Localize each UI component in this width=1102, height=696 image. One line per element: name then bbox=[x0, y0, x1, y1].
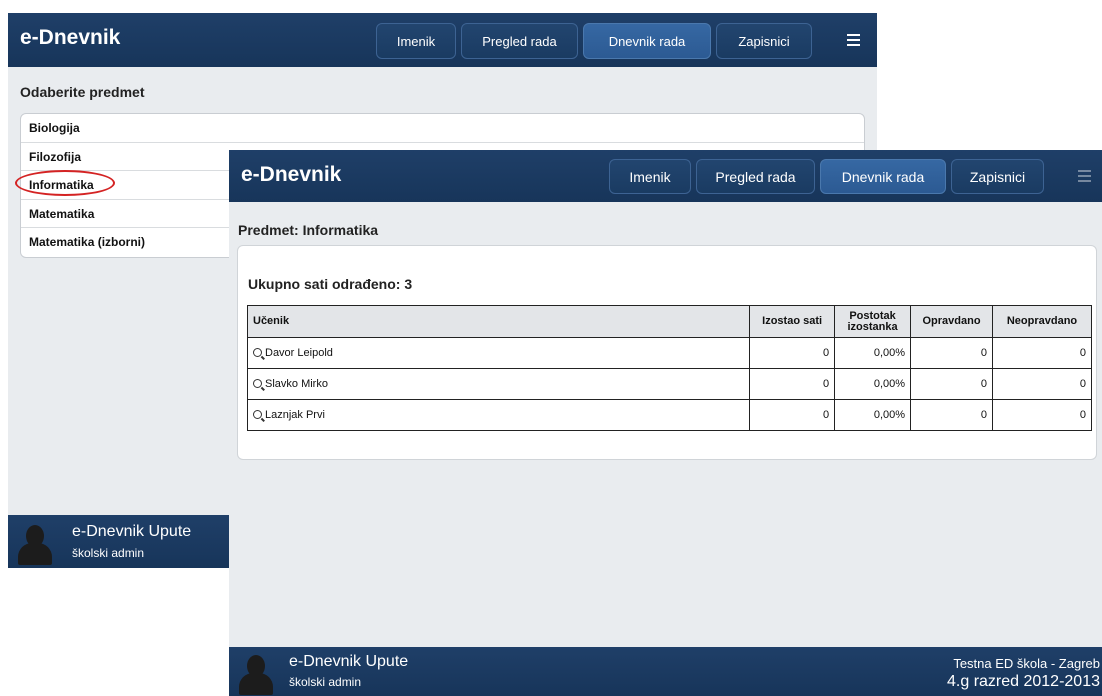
absence-percent-cell: 0,00% bbox=[834, 337, 912, 369]
magnifier-icon[interactable] bbox=[253, 410, 262, 419]
top-header: e-Dnevnik Imenik Pregled rada Dnevnik ra… bbox=[8, 13, 877, 67]
column-header-izostao-sati[interactable]: Izostao sati bbox=[749, 305, 836, 338]
nav-dnevnik-rada-button[interactable]: Dnevnik rada bbox=[820, 159, 946, 194]
user-role-label: školski admin bbox=[72, 546, 145, 560]
app-logo[interactable]: e-Dnevnik bbox=[241, 163, 341, 187]
nav-pregled-rada-button[interactable]: Pregled rada bbox=[696, 159, 815, 194]
front-footer: e-Dnevnik Upute školski admin Testna ED … bbox=[229, 647, 1102, 696]
missed-hours-cell: 0 bbox=[749, 399, 836, 431]
user-avatar-icon bbox=[16, 521, 54, 565]
page-title: Odaberite predmet bbox=[20, 84, 145, 100]
magnifier-icon[interactable] bbox=[253, 348, 262, 357]
unexcused-cell: 0 bbox=[992, 399, 1092, 431]
hamburger-menu-icon[interactable] bbox=[838, 25, 868, 55]
column-header-opravdano[interactable]: Opravdano bbox=[910, 305, 993, 338]
column-header-postotak[interactable]: Postotak izostanka bbox=[834, 305, 912, 338]
nav-pregled-rada-button[interactable]: Pregled rada bbox=[461, 23, 578, 59]
table-header-row: Učenik Izostao sati Postotak izostanka O… bbox=[246, 305, 1092, 338]
magnifier-icon[interactable] bbox=[253, 379, 262, 388]
student-name[interactable]: Davor Leipold bbox=[265, 347, 333, 359]
attendance-panel: Ukupno sati odrađeno: 3 Učenik Izostao s… bbox=[237, 245, 1097, 460]
nav-dnevnik-rada-button[interactable]: Dnevnik rada bbox=[583, 23, 711, 59]
unexcused-cell: 0 bbox=[992, 337, 1092, 369]
excused-cell: 0 bbox=[910, 337, 993, 369]
back-footer: e-Dnevnik Upute školski admin bbox=[8, 515, 230, 568]
nav-zapisnici-button[interactable]: Zapisnici bbox=[716, 23, 812, 59]
attendance-table: Učenik Izostao sati Postotak izostanka O… bbox=[246, 305, 1092, 431]
missed-hours-cell: 0 bbox=[749, 337, 836, 369]
help-link[interactable]: e-Dnevnik Upute bbox=[72, 523, 191, 541]
class-year-label: 4.g razred 2012-2013 bbox=[947, 673, 1100, 690]
student-name[interactable]: Slavko Mirko bbox=[265, 378, 328, 390]
student-name[interactable]: Laznjak Prvi bbox=[265, 409, 325, 421]
student-name-cell[interactable]: Slavko Mirko bbox=[246, 368, 751, 400]
column-header-neopravdano[interactable]: Neopravdano bbox=[992, 305, 1092, 338]
school-name-label: Testna ED škola - Zagreb bbox=[953, 656, 1100, 671]
nav-imenik-button[interactable]: Imenik bbox=[609, 159, 691, 194]
top-header: e-Dnevnik Imenik Pregled rada Dnevnik ra… bbox=[229, 150, 1102, 202]
hamburger-menu-icon[interactable] bbox=[1069, 161, 1099, 191]
table-row: Davor Leipold 0 0,00% 0 0 bbox=[246, 337, 1092, 369]
absence-percent-cell: 0,00% bbox=[834, 399, 912, 431]
user-role-label: školski admin bbox=[289, 675, 362, 689]
subject-title: Predmet: Informatika bbox=[238, 222, 379, 238]
table-row: Slavko Mirko 0 0,00% 0 0 bbox=[246, 368, 1092, 400]
nav-imenik-button[interactable]: Imenik bbox=[376, 23, 456, 59]
help-link[interactable]: e-Dnevnik Upute bbox=[289, 653, 408, 671]
total-hours-label: Ukupno sati odrađeno: 3 bbox=[248, 276, 413, 292]
excused-cell: 0 bbox=[910, 399, 993, 431]
excused-cell: 0 bbox=[910, 368, 993, 400]
screenshot-stage: e-Dnevnik Imenik Pregled rada Dnevnik ra… bbox=[0, 0, 1102, 696]
nav-zapisnici-button[interactable]: Zapisnici bbox=[951, 159, 1044, 194]
subject-item-biologija[interactable]: Biologija bbox=[21, 114, 864, 143]
app-logo[interactable]: e-Dnevnik bbox=[20, 26, 120, 50]
student-name-cell[interactable]: Laznjak Prvi bbox=[246, 399, 751, 431]
unexcused-cell: 0 bbox=[992, 368, 1092, 400]
user-avatar-icon bbox=[237, 651, 275, 695]
attendance-window: e-Dnevnik Imenik Pregled rada Dnevnik ra… bbox=[229, 150, 1102, 696]
absence-percent-cell: 0,00% bbox=[834, 368, 912, 400]
student-name-cell[interactable]: Davor Leipold bbox=[246, 337, 751, 369]
highlight-circle bbox=[15, 170, 115, 196]
table-row: Laznjak Prvi 0 0,00% 0 0 bbox=[246, 399, 1092, 431]
column-header-ucenik[interactable]: Učenik bbox=[246, 305, 751, 338]
missed-hours-cell: 0 bbox=[749, 368, 836, 400]
